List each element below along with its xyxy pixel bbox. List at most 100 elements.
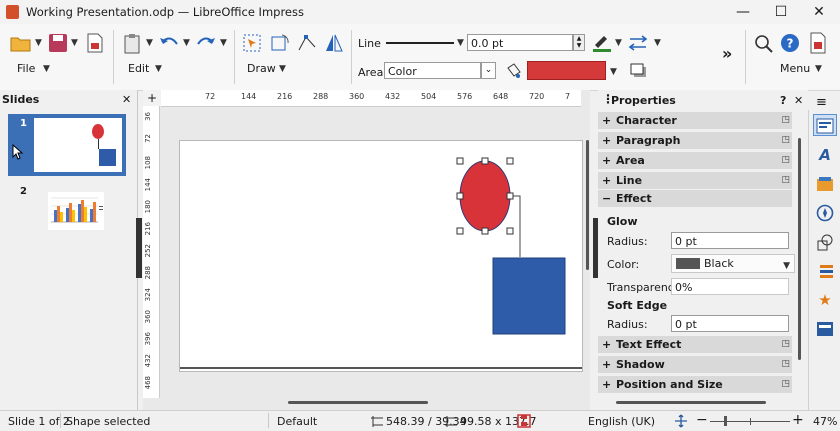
more-options-icon[interactable]: ◳ [781, 152, 790, 169]
draw-menu-label[interactable]: Draw [247, 62, 276, 75]
horizontal-scrollbar-thumb[interactable] [288, 401, 428, 404]
collapse-icon[interactable]: − [602, 190, 611, 207]
maximize-button[interactable]: ☐ [766, 2, 796, 22]
glow-color-dropdown[interactable]: Black ▼ [671, 254, 795, 273]
vertical-scrollbar-thumb[interactable] [586, 140, 589, 270]
open-dropdown-icon[interactable]: ▼ [35, 38, 42, 48]
find-and-replace-icon[interactable] [752, 33, 774, 55]
slide-thumbnail-2[interactable]: 2 [8, 184, 126, 234]
slide-transition-deck-icon[interactable] [813, 260, 837, 282]
more-options-icon[interactable]: ◳ [781, 376, 790, 393]
more-tools-button[interactable]: » [722, 44, 732, 63]
minimize-button[interactable]: — [728, 2, 758, 22]
file-menu-label[interactable]: File [17, 62, 35, 75]
sidebar-help-button[interactable]: ? [780, 94, 786, 107]
master-slides-deck-icon[interactable] [813, 318, 837, 340]
line-color-dropdown-icon[interactable]: ▼ [615, 38, 622, 48]
shadow-toggle-icon[interactable] [630, 63, 648, 79]
open-folder-icon[interactable] [10, 34, 32, 52]
line-style-dropdown-icon[interactable]: ▼ [457, 38, 464, 48]
line-width-field[interactable]: 0.0 pt [467, 34, 573, 51]
more-options-icon[interactable]: ◳ [781, 356, 790, 373]
expand-icon[interactable]: + [602, 152, 611, 169]
zoom-in-button[interactable]: + [792, 412, 804, 428]
redo-dropdown-icon[interactable]: ▼ [220, 38, 227, 48]
more-options-icon[interactable]: ◳ [781, 112, 790, 129]
expand-icon[interactable]: + [602, 132, 611, 149]
more-options-icon[interactable]: ◳ [781, 172, 790, 189]
undo-icon[interactable] [158, 34, 180, 52]
section-effect[interactable]: − Effect [598, 190, 792, 207]
rotate-icon[interactable] [270, 33, 290, 53]
expand-icon[interactable]: + [602, 356, 611, 373]
zoom-out-button[interactable]: − [696, 412, 708, 428]
undo-dropdown-icon[interactable]: ▼ [183, 38, 190, 48]
language-status[interactable]: English (UK) [588, 415, 655, 428]
slides-pane-close-button[interactable]: ✕ [122, 93, 131, 106]
select-icon[interactable] [242, 33, 262, 53]
glow-color-dropdown-icon[interactable]: ▼ [783, 258, 790, 275]
section-position-and-size[interactable]: + Position and Size ◳ [598, 376, 792, 393]
arrow-style-icon[interactable] [628, 34, 650, 52]
sidebar-menu-button[interactable]: ≡ [816, 95, 827, 110]
sidebar-deck-icon[interactable] [808, 32, 828, 54]
edit-menu-label[interactable]: Edit [128, 62, 149, 75]
section-area[interactable]: + Area ◳ [598, 152, 792, 169]
draw-dropdown-icon[interactable]: ▼ [279, 64, 286, 74]
zoom-slider-thumb[interactable] [724, 416, 727, 426]
expand-icon[interactable]: + [602, 336, 611, 353]
fit-slide-icon[interactable] [674, 414, 688, 428]
document-modified-icon[interactable] [517, 414, 531, 428]
shapes-deck-icon[interactable] [813, 231, 837, 253]
expand-icon[interactable]: + [602, 376, 611, 393]
section-character[interactable]: + Character ◳ [598, 112, 792, 129]
area-fill-dropdown-icon[interactable]: ⌄ [481, 62, 496, 79]
animation-deck-icon[interactable]: ★ [813, 289, 837, 311]
slide-layout-status[interactable]: Default [277, 415, 317, 428]
expand-icon[interactable]: + [602, 172, 611, 189]
vertical-ruler[interactable]: 36 72 108 144 180 216 252 288 324 360 396 432 468 [143, 106, 160, 398]
ruler-origin-icon[interactable]: + [143, 90, 161, 106]
sidebar-scrollbar-thumb[interactable] [798, 138, 801, 360]
section-line[interactable]: + Line ◳ [598, 172, 792, 189]
styles-deck-icon[interactable]: A [813, 144, 837, 166]
gallery-deck-icon[interactable] [813, 173, 837, 195]
paste-icon[interactable] [123, 33, 143, 54]
more-options-icon[interactable]: ◳ [781, 132, 790, 149]
menu-label[interactable]: Menu [780, 62, 810, 75]
slides-pane-collapse-handle[interactable] [136, 218, 142, 278]
section-shadow[interactable]: + Shadow ◳ [598, 356, 792, 373]
transparency-field[interactable]: 0% [671, 278, 789, 295]
section-paragraph[interactable]: + Paragraph ◳ [598, 132, 792, 149]
line-style-preview[interactable] [386, 42, 454, 44]
section-text-effect[interactable]: + Text Effect ◳ [598, 336, 792, 353]
area-fill-select[interactable]: Color [384, 62, 481, 79]
blue-rectangle-shape[interactable] [492, 257, 566, 335]
help-icon[interactable]: ? [780, 33, 800, 53]
more-options-icon[interactable]: ◳ [781, 336, 790, 353]
arrow-style-dropdown-icon[interactable]: ▼ [654, 38, 661, 48]
paste-dropdown-icon[interactable]: ▼ [146, 38, 153, 48]
navigator-deck-icon[interactable] [813, 202, 837, 224]
redo-icon[interactable] [195, 34, 217, 52]
menu-dropdown-icon[interactable]: ▼ [815, 64, 822, 74]
line-width-spinner[interactable]: ▲ ▼ [573, 34, 585, 51]
export-pdf-icon[interactable] [86, 33, 104, 53]
glow-radius-field[interactable]: 0 pt [671, 232, 789, 249]
save-icon[interactable] [48, 33, 68, 53]
slide-thumbnail-1[interactable]: 1 [8, 114, 126, 176]
red-ellipse-shape[interactable] [459, 160, 511, 232]
edit-dropdown-icon[interactable]: ▼ [155, 64, 162, 74]
file-dropdown-icon[interactable]: ▼ [43, 64, 50, 74]
points-icon[interactable] [297, 33, 317, 53]
properties-deck-icon[interactable] [813, 114, 837, 136]
fill-color-swatch[interactable] [527, 61, 606, 80]
line-color-icon[interactable] [591, 33, 613, 53]
save-dropdown-icon[interactable]: ▼ [71, 38, 78, 48]
zoom-level-status[interactable]: 47% [813, 415, 837, 428]
sidebar-close-button[interactable]: ✕ [794, 94, 803, 107]
soft-edge-radius-field[interactable]: 0 pt [671, 315, 789, 332]
flip-icon[interactable] [324, 33, 344, 53]
sidebar-hscrollbar-thumb[interactable] [616, 401, 766, 404]
fill-color-dropdown-icon[interactable]: ▼ [610, 67, 617, 77]
